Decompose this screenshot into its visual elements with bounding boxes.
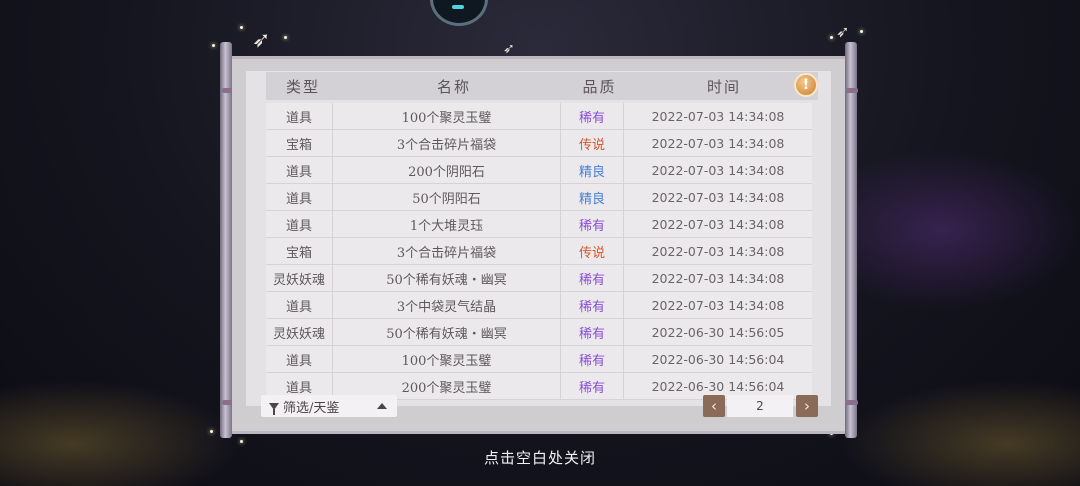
cell-quality: 稀有 (561, 319, 624, 345)
cell-type: 道具 (266, 184, 333, 210)
column-header-type: 类型 (285, 77, 320, 96)
background-glow-left (0, 380, 240, 486)
cell-time: 2022-07-03 14:34:08 (651, 135, 785, 151)
swallow-icon: ➶ (503, 41, 515, 57)
page-number: 2 (727, 395, 793, 417)
chevron-right-icon[interactable]: › (796, 395, 818, 417)
filter-dropdown[interactable]: 筛选/天鉴 (261, 395, 397, 417)
cell-name: 1个大堆灵珏 (333, 211, 561, 237)
caret-up-icon (377, 403, 387, 409)
background-glow-purple (850, 150, 1080, 310)
cell-time: 2022-06-30 14:56:04 (651, 351, 785, 367)
cell-quality: 稀有 (561, 373, 624, 399)
chevron-left-icon[interactable]: ‹ (703, 395, 725, 417)
cell-type: 道具 (266, 292, 333, 318)
scroll-rod-right (845, 42, 857, 438)
table-row: 灵妖妖魂 50个稀有妖魂・幽冥 稀有 2022-06-30 14:56:05 (266, 319, 812, 346)
cell-name: 100个聚灵玉璧 (333, 103, 561, 129)
background-glow-right (840, 380, 1080, 486)
column-header-name: 名称 (436, 77, 471, 96)
close-hint[interactable]: 点击空白处关闭 (0, 447, 1080, 468)
cell-time: 2022-07-03 14:34:08 (651, 243, 785, 259)
cell-type: 道具 (266, 103, 333, 129)
cell-time: 2022-06-30 14:56:05 (651, 324, 785, 340)
cell-quality: 稀有 (561, 103, 624, 129)
cell-name: 50个稀有妖魂・幽冥 (333, 265, 561, 291)
cell-name: 3个合击碎片福袋 (333, 130, 561, 156)
cell-type: 灵妖妖魂 (266, 319, 333, 345)
cell-name: 200个阴阳石 (333, 157, 561, 183)
sparkle-icon (240, 440, 243, 443)
cell-quality: 稀有 (561, 346, 624, 372)
cell-type: 道具 (266, 157, 333, 183)
scroll-rod-left (220, 42, 232, 438)
table-body: 道具 100个聚灵玉璧 稀有 2022-07-03 14:34:08 宝箱 3个… (266, 103, 812, 400)
swallow-icon: ➶ (836, 22, 850, 41)
top-orb-icon (430, 0, 488, 26)
cell-type: 宝箱 (266, 238, 333, 264)
filter-icon (269, 402, 279, 415)
table-row: 宝箱 3个合击碎片福袋 传说 2022-07-03 14:34:08 (266, 130, 812, 157)
table-row: 道具 50个阴阳石 精良 2022-07-03 14:34:08 (266, 184, 812, 211)
cell-time: 2022-07-03 14:34:08 (651, 297, 785, 313)
column-header-time: 时间 (706, 77, 741, 96)
sparkle-icon (212, 44, 215, 47)
cell-name: 50个稀有妖魂・幽冥 (333, 319, 561, 345)
filter-label: 筛选/天鉴 (283, 400, 340, 416)
cell-name: 3个合击碎片福袋 (333, 238, 561, 264)
swallow-icon: ➶ (252, 28, 271, 53)
table-row: 宝箱 3个合击碎片福袋 传说 2022-07-03 14:34:08 (266, 238, 812, 265)
cell-quality: 稀有 (561, 292, 624, 318)
cell-time: 2022-07-03 14:34:08 (651, 108, 785, 124)
cell-time: 2022-07-03 14:34:08 (651, 189, 785, 205)
cell-name: 100个聚灵玉璧 (333, 346, 561, 372)
table-row: 灵妖妖魂 50个稀有妖魂・幽冥 稀有 2022-07-03 14:34:08 (266, 265, 812, 292)
sparkle-icon (240, 26, 243, 29)
cell-quality: 精良 (561, 157, 624, 183)
cell-quality: 精良 (561, 184, 624, 210)
cell-quality: 稀有 (561, 265, 624, 291)
table-row: 道具 3个中袋灵气结晶 稀有 2022-07-03 14:34:08 (266, 292, 812, 319)
cell-time: 2022-07-03 14:34:08 (651, 162, 785, 178)
cell-type: 道具 (266, 346, 333, 372)
sparkle-icon (210, 430, 213, 433)
table-row: 道具 200个阴阳石 精良 2022-07-03 14:34:08 (266, 157, 812, 184)
alert-icon[interactable]: ! (794, 73, 818, 97)
cell-type: 灵妖妖魂 (266, 265, 333, 291)
sparkle-icon (860, 30, 863, 33)
cell-time: 2022-07-03 14:34:08 (651, 270, 785, 286)
column-header-quality: 品质 (582, 77, 617, 96)
table-header: 类型 名称 品质 时间 (266, 72, 818, 100)
cell-name: 3个中袋灵气结晶 (333, 292, 561, 318)
table-row: 道具 100个聚灵玉璧 稀有 2022-07-03 14:34:08 (266, 103, 812, 130)
cell-quality: 传说 (561, 130, 624, 156)
cell-type: 道具 (266, 211, 333, 237)
cell-name: 50个阴阳石 (333, 184, 561, 210)
sparkle-icon (284, 36, 287, 39)
cell-type: 宝箱 (266, 130, 333, 156)
cell-quality: 传说 (561, 238, 624, 264)
cell-quality: 稀有 (561, 211, 624, 237)
cell-time: 2022-07-03 14:34:08 (651, 216, 785, 232)
sparkle-icon (830, 36, 833, 39)
table-row: 道具 100个聚灵玉璧 稀有 2022-06-30 14:56:04 (266, 346, 812, 373)
table-row: 道具 1个大堆灵珏 稀有 2022-07-03 14:34:08 (266, 211, 812, 238)
